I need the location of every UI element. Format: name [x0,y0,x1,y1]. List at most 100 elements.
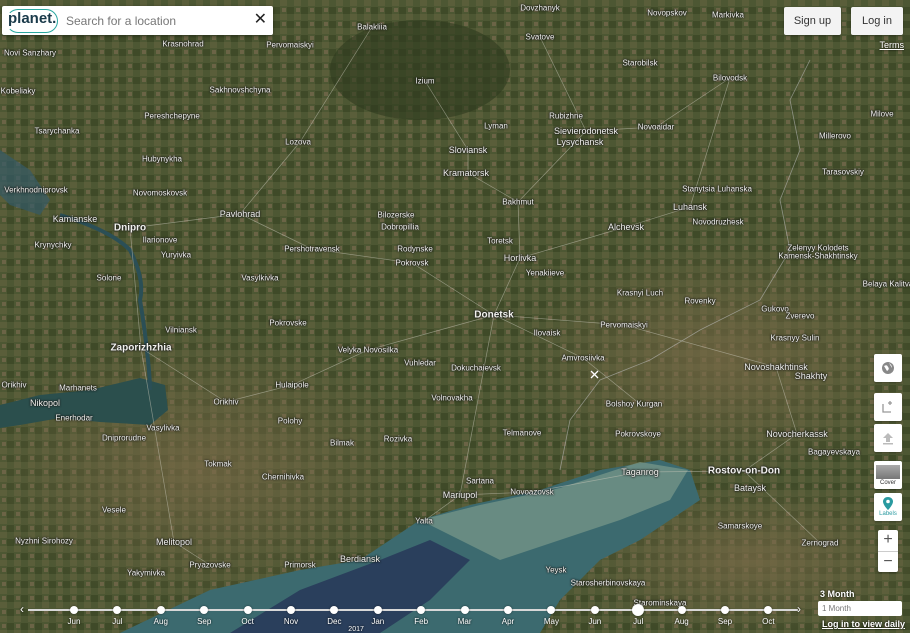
place-label: Polohy [277,416,303,426]
globe-button[interactable] [874,354,902,382]
timeline-month-label[interactable]: Jul [112,617,122,626]
timeline-month-label[interactable]: Apr [502,617,514,626]
timeline-dot[interactable] [70,606,78,614]
timeline-dot[interactable] [373,606,382,614]
place-label: Kobeliaky [0,86,36,96]
cover-thumbnail-icon [876,464,900,479]
place-label: Taganrog [621,467,659,477]
timeline-month-label[interactable]: Jul [633,617,643,626]
place-label: Sievierodonetsk [553,126,619,136]
place-label: Dovzhanyk [520,3,560,13]
sign-up-button[interactable]: Sign up [784,7,841,35]
place-label: Vesele [101,505,127,515]
timeline-month-label[interactable]: Sep [718,617,732,626]
place-label: Melitopol [155,537,193,547]
place-label: Millerovo [818,131,852,141]
timeline-dot[interactable] [677,606,686,614]
labels-label: Labels [879,511,897,517]
timeline-month-label[interactable]: Jun [68,617,81,626]
place-label: Samarskoye [717,521,763,531]
timeline-dot[interactable] [330,606,339,614]
zoom-in-button[interactable]: + [878,530,898,551]
place-label: Belaya Kalitva [862,279,910,289]
zoom-control: + − [878,530,898,572]
place-label: Tsarychanka [34,126,80,136]
period-select[interactable]: 1 Month [818,601,902,616]
timeline-month-label[interactable]: Jan [371,617,384,626]
place-label: Nikopol [29,398,61,408]
place-label: Zverevo [785,311,815,321]
view-daily-link[interactable]: Log in to view daily [822,619,905,629]
place-label: Alchevsk [607,222,645,232]
cover-toggle[interactable]: Cover [874,461,902,489]
place-label: Hulaipole [275,380,309,390]
timeline-dot[interactable] [547,606,556,614]
place-label: Shakhty [794,371,828,381]
upload-icon [883,433,893,445]
timeline-dot[interactable] [200,606,209,614]
timeline-dot[interactable] [417,606,426,614]
satellite-map[interactable] [0,0,910,633]
place-label: Bilozerske [377,210,415,220]
place-label: Tokmak [204,459,232,469]
place-label: Kamensk-Shakhtinsky [778,251,858,261]
place-label: Starobilsk [622,58,658,68]
timeline-dot[interactable] [632,604,645,616]
timeline-dot[interactable] [243,606,252,614]
place-label: Rubizhne [549,111,583,121]
upload-button[interactable] [874,424,902,452]
place-label: Volnovakha [431,393,473,403]
timeline-month-label[interactable]: Mar [458,617,472,626]
place-label: Rovenky [684,296,716,306]
place-label: Novopskov [647,8,687,18]
timeline-dot[interactable] [287,606,295,614]
place-label: Yeysk [545,565,567,575]
timeline-month-label[interactable]: Oct [241,617,253,626]
place-label: Yakymivka [126,568,166,578]
place-label: Chernihivka [261,472,305,482]
place-label: Kamianske [52,214,98,224]
search-input[interactable] [64,10,246,32]
timeline-month-label[interactable]: May [544,617,559,626]
draw-area-button[interactable] [874,393,902,421]
timeline-dot[interactable] [721,606,729,614]
timeline-month-label[interactable]: Dec [327,617,341,626]
place-label: Verkhnodniprovsk [4,185,68,195]
timeline-month-label[interactable]: Feb [414,617,428,626]
timeline-dot[interactable] [504,606,512,614]
log-in-button[interactable]: Log in [851,7,903,35]
timeline-dot[interactable] [156,606,165,614]
place-label: Tarasovskiy [822,167,864,177]
place-label: Dniprorudne [101,433,147,443]
close-icon[interactable]: ✕ [254,11,267,29]
chevron-right-icon[interactable]: › [797,602,801,616]
timeline-month-label[interactable]: Nov [284,617,298,626]
timeline-dot[interactable] [113,606,122,614]
place-label: Novi Sanzhary [3,48,57,58]
timeline-month-label[interactable]: Aug [674,617,688,626]
labels-toggle[interactable]: Labels [874,493,902,521]
crop-icon [882,401,892,413]
globe-icon [882,362,894,374]
place-label: Dobropillia [381,222,419,232]
place-label: Bilovodsk [712,73,748,83]
place-label: Markivka [711,10,745,20]
timeline-month-label[interactable]: Sep [197,617,211,626]
timeline-dot[interactable] [590,606,599,614]
place-label: Sartana [465,476,495,486]
timeline-month-label[interactable]: Jun [588,617,601,626]
planet-logo[interactable]: planet. [8,10,56,27]
place-label: Krasnyy Sulin [770,333,820,343]
place-label: Sloviansk [448,145,488,155]
place-label: Novoaidar [637,122,675,132]
chevron-left-icon[interactable]: ‹ [20,602,24,616]
place-label: Yenakiieve [525,268,565,278]
place-label: Lysychansk [556,137,604,147]
terms-link[interactable]: Terms [880,40,905,50]
timeline-dot[interactable] [460,606,469,614]
place-label: Orikhiv [213,397,239,407]
timeline-month-label[interactable]: Oct [762,617,774,626]
timeline-month-label[interactable]: Aug [154,617,168,626]
timeline-dot[interactable] [764,606,773,614]
zoom-out-button[interactable]: − [878,552,898,573]
